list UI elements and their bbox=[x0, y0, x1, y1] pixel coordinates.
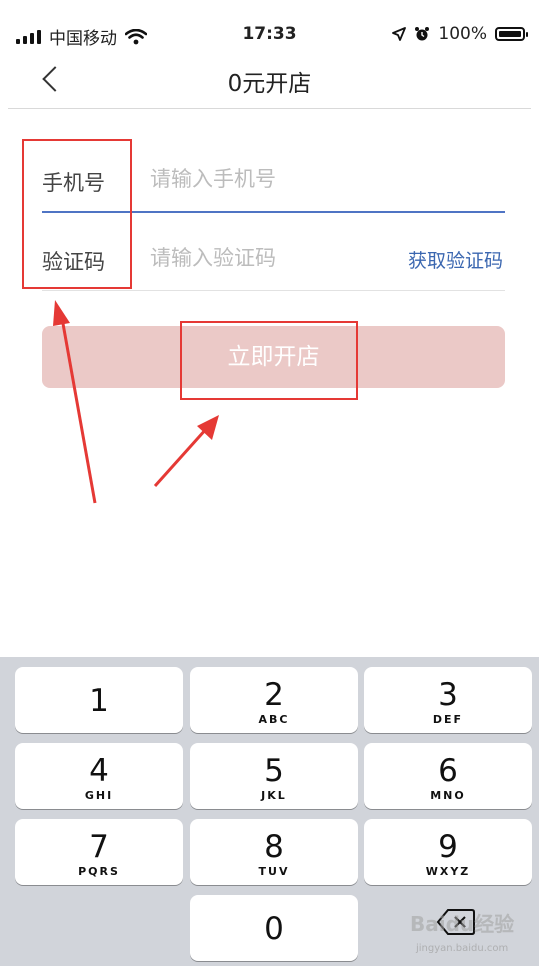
key-4[interactable]: 4 GHI bbox=[15, 743, 183, 809]
annotation-arrowhead-left bbox=[53, 300, 70, 326]
key-letters: GHI bbox=[84, 789, 114, 802]
key-8[interactable]: 8 TUV bbox=[190, 819, 358, 885]
key-letters: PQRS bbox=[78, 865, 120, 878]
key-0[interactable]: 0 bbox=[190, 895, 358, 961]
key-letters: WXYZ bbox=[425, 865, 471, 878]
key-7[interactable]: 7 PQRS bbox=[15, 819, 183, 885]
key-digit: 0 bbox=[264, 911, 284, 947]
key-digit: 2 bbox=[264, 677, 284, 713]
baidu-watermark: Baidu经验 bbox=[410, 912, 515, 936]
key-3[interactable]: 3 DEF bbox=[364, 667, 532, 733]
key-letters: ABC bbox=[258, 713, 290, 726]
annotation-arrow-right bbox=[153, 426, 209, 488]
key-digit: 1 bbox=[89, 683, 109, 719]
annotation-arrow-left bbox=[60, 317, 97, 504]
key-digit: 4 bbox=[89, 753, 109, 789]
key-digit: 7 bbox=[89, 829, 109, 865]
key-letters: JKL bbox=[261, 789, 287, 802]
key-5[interactable]: 5 JKL bbox=[190, 743, 358, 809]
key-digit: 6 bbox=[438, 753, 458, 789]
key-letters: MNO bbox=[430, 789, 466, 802]
key-digit: 8 bbox=[264, 829, 284, 865]
key-9[interactable]: 9 WXYZ bbox=[364, 819, 532, 885]
key-letters: TUV bbox=[258, 865, 290, 878]
key-2[interactable]: 2 ABC bbox=[190, 667, 358, 733]
baidu-watermark-url: jingyan.baidu.com bbox=[416, 943, 509, 954]
key-letters: DEF bbox=[432, 713, 464, 726]
key-digit: 5 bbox=[264, 753, 284, 789]
key-1[interactable]: 1 bbox=[15, 667, 183, 733]
key-digit: 3 bbox=[438, 677, 458, 713]
key-digit: 9 bbox=[438, 829, 458, 865]
key-6[interactable]: 6 MNO bbox=[364, 743, 532, 809]
